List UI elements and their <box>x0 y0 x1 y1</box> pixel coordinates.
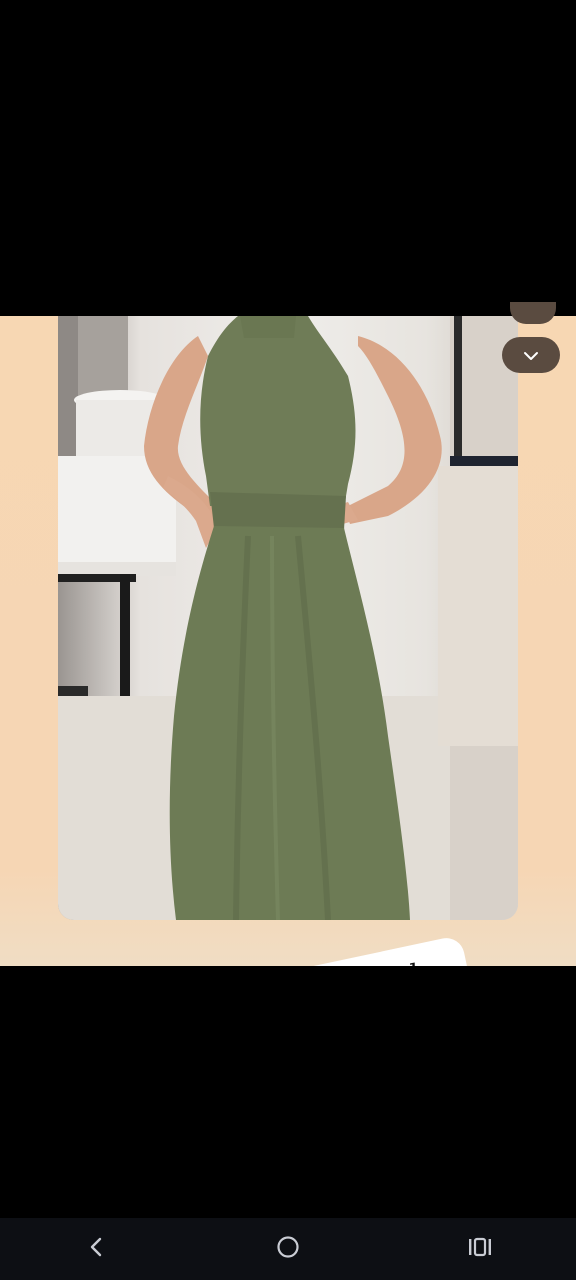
dress-photo <box>58 316 518 920</box>
home-icon <box>275 1234 301 1264</box>
recents-button[interactable] <box>450 1227 510 1271</box>
status-post: Vende-se este vestido <box>0 316 576 966</box>
caption-text: Vende-se este vestido <box>152 955 436 966</box>
chevron-down-icon <box>523 346 539 365</box>
back-icon <box>86 1235 106 1263</box>
back-button[interactable] <box>66 1227 126 1271</box>
recents-icon <box>467 1236 493 1262</box>
caption-sticker: Vende-se este vestido <box>116 934 473 966</box>
system-navigation-bar <box>0 1218 576 1280</box>
menu-button-partial <box>510 302 556 324</box>
options-menu-button[interactable] <box>502 337 560 373</box>
home-button[interactable] <box>258 1227 318 1271</box>
